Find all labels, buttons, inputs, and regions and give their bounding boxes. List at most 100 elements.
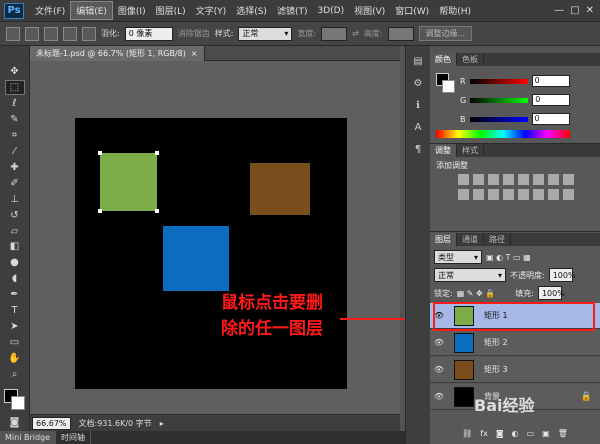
menu-layer[interactable]: 图层(L) bbox=[151, 2, 191, 19]
document-tab[interactable]: 未标题-1.psd @ 66.7% (矩形 1, RGB/8) × bbox=[30, 46, 205, 61]
history-brush-icon[interactable]: ↺ bbox=[5, 208, 25, 223]
style-select[interactable]: 正常 ▾ bbox=[238, 26, 293, 41]
invert-icon[interactable] bbox=[503, 189, 514, 200]
menu-3d[interactable]: 3D(D) bbox=[312, 4, 349, 18]
add-selection-icon[interactable] bbox=[44, 26, 58, 41]
tab-swatches[interactable]: 色板 bbox=[457, 53, 484, 66]
curves-icon[interactable] bbox=[488, 174, 499, 185]
tab-color[interactable]: 颜色 bbox=[430, 53, 457, 66]
levels-icon[interactable] bbox=[473, 174, 484, 185]
vibrance-icon[interactable] bbox=[518, 174, 529, 185]
type-tool-icon[interactable]: T bbox=[5, 303, 25, 318]
menu-type[interactable]: 文字(Y) bbox=[191, 2, 232, 19]
close-icon[interactable]: × bbox=[191, 49, 198, 58]
menu-help[interactable]: 帮助(H) bbox=[434, 2, 476, 19]
transform-handle[interactable] bbox=[155, 209, 159, 213]
close-button[interactable]: ✕ bbox=[586, 5, 594, 16]
menu-image[interactable]: 图像(I) bbox=[113, 2, 151, 19]
tab-paths[interactable]: 路径 bbox=[484, 233, 511, 246]
pen-tool-icon[interactable]: ✒ bbox=[5, 287, 25, 302]
feather-input[interactable]: 0 像素 bbox=[124, 26, 173, 41]
quick-select-tool-icon[interactable]: ✎ bbox=[5, 112, 25, 127]
brush-tool-icon[interactable]: ✐ bbox=[5, 176, 25, 191]
blend-mode-select[interactable]: 正常 ▾ bbox=[434, 268, 506, 282]
transform-handle[interactable] bbox=[98, 151, 102, 155]
filter-icons[interactable]: ▣ ◐ T ▭ ▦ bbox=[486, 253, 531, 262]
tab-adjustments[interactable]: 调整 bbox=[430, 144, 457, 157]
antialias-checkbox[interactable]: 消除锯齿 bbox=[178, 28, 210, 39]
black-white-icon[interactable] bbox=[563, 174, 574, 185]
minimize-button[interactable]: — bbox=[554, 5, 564, 16]
tab-mini-bridge[interactable]: Mini Bridge bbox=[0, 431, 57, 444]
new-selection-icon[interactable] bbox=[25, 26, 39, 41]
color-lookup-icon[interactable] bbox=[488, 189, 499, 200]
character-panel-icon[interactable]: A bbox=[409, 118, 427, 136]
color-bg-swatch[interactable] bbox=[442, 80, 455, 93]
marquee-preset-icon[interactable] bbox=[6, 26, 20, 41]
opacity-input[interactable]: 100% bbox=[548, 268, 576, 282]
blue-input[interactable]: 0 bbox=[531, 113, 570, 125]
rectangle-2[interactable] bbox=[163, 226, 229, 291]
eye-icon[interactable]: 👁 bbox=[430, 365, 448, 374]
color-balance-icon[interactable] bbox=[548, 174, 559, 185]
history-panel-icon[interactable]: ▤ bbox=[409, 52, 427, 70]
blue-slider[interactable] bbox=[469, 116, 528, 122]
green-slider[interactable] bbox=[470, 97, 529, 103]
path-select-tool-icon[interactable]: ➤ bbox=[5, 319, 25, 334]
hand-tool-icon[interactable]: ✋ bbox=[5, 351, 25, 366]
trash-icon[interactable]: 🗑 bbox=[558, 429, 568, 438]
green-input[interactable]: 0 bbox=[532, 94, 571, 106]
lasso-tool-icon[interactable]: ℓ bbox=[5, 96, 25, 111]
menu-view[interactable]: 视图(V) bbox=[349, 2, 390, 19]
zoom-tool-icon[interactable]: ⌕ bbox=[5, 367, 25, 382]
lock-icons[interactable]: ▦ ✎ ✥ 🔒 bbox=[457, 289, 496, 298]
group-icon[interactable]: ▭ bbox=[527, 429, 535, 438]
color-spectrum[interactable] bbox=[436, 130, 570, 138]
exposure-icon[interactable] bbox=[503, 174, 514, 185]
eraser-tool-icon[interactable]: ▱ bbox=[5, 224, 25, 239]
transform-handle[interactable] bbox=[98, 209, 102, 213]
posterize-icon[interactable] bbox=[518, 189, 529, 200]
properties-panel-icon[interactable]: ⚙ bbox=[409, 74, 427, 92]
layer-row[interactable]: 👁 矩形 2 bbox=[430, 330, 600, 356]
gradient-tool-icon[interactable]: ◧ bbox=[5, 239, 25, 254]
hue-saturation-icon[interactable] bbox=[533, 174, 544, 185]
mask-icon[interactable]: ◙ bbox=[496, 429, 504, 438]
color-swatches[interactable] bbox=[3, 388, 26, 410]
marquee-tool-icon[interactable]: ⬚ bbox=[4, 79, 25, 96]
photo-filter-icon[interactable] bbox=[458, 189, 469, 200]
brightness-icon[interactable] bbox=[458, 174, 469, 185]
workspace[interactable]: 鼠标点击要删 除的任一图层 bbox=[30, 61, 400, 414]
menu-edit[interactable]: 编辑(E) bbox=[70, 1, 113, 20]
intersect-selection-icon[interactable] bbox=[82, 26, 96, 41]
healing-tool-icon[interactable]: ✚ bbox=[5, 160, 25, 175]
info-panel-icon[interactable]: ℹ bbox=[409, 96, 427, 114]
selective-color-icon[interactable] bbox=[548, 189, 559, 200]
tab-layers[interactable]: 图层 bbox=[430, 233, 457, 246]
move-tool-icon[interactable]: ✥ bbox=[5, 64, 25, 79]
shape-tool-icon[interactable]: ▭ bbox=[5, 335, 25, 350]
crop-tool-icon[interactable]: ⌗ bbox=[5, 128, 25, 143]
swap-icon[interactable]: ⇄ bbox=[352, 29, 359, 38]
red-input[interactable]: 0 bbox=[531, 75, 570, 87]
stamp-tool-icon[interactable]: ⊥ bbox=[5, 192, 25, 207]
zoom-level-field[interactable]: 66.67% bbox=[32, 416, 71, 430]
kind-filter-select[interactable]: 类型 ▾ bbox=[434, 250, 482, 264]
tab-channels[interactable]: 通道 bbox=[457, 233, 484, 246]
paragraph-panel-icon[interactable]: ¶ bbox=[409, 140, 427, 158]
eye-icon[interactable]: 👁 bbox=[430, 392, 448, 401]
eye-icon[interactable]: 👁 bbox=[430, 338, 448, 347]
menu-filter[interactable]: 滤镜(T) bbox=[272, 2, 313, 19]
document-canvas[interactable] bbox=[75, 118, 347, 389]
eyedropper-tool-icon[interactable]: ⁄ bbox=[5, 144, 25, 159]
height-input[interactable] bbox=[387, 26, 414, 41]
blur-tool-icon[interactable]: ● bbox=[5, 255, 25, 270]
fx-icon[interactable]: fx bbox=[480, 429, 488, 438]
maximize-button[interactable]: □ bbox=[570, 5, 579, 16]
menu-file[interactable]: 文件(F) bbox=[30, 2, 70, 19]
tab-timeline[interactable]: 时间轴 bbox=[56, 431, 92, 444]
transform-handle[interactable] bbox=[155, 151, 159, 155]
dodge-tool-icon[interactable]: ◖ bbox=[5, 271, 25, 286]
refine-edge-button[interactable]: 调整边缘... bbox=[418, 26, 473, 41]
rectangle-1[interactable] bbox=[100, 153, 157, 211]
